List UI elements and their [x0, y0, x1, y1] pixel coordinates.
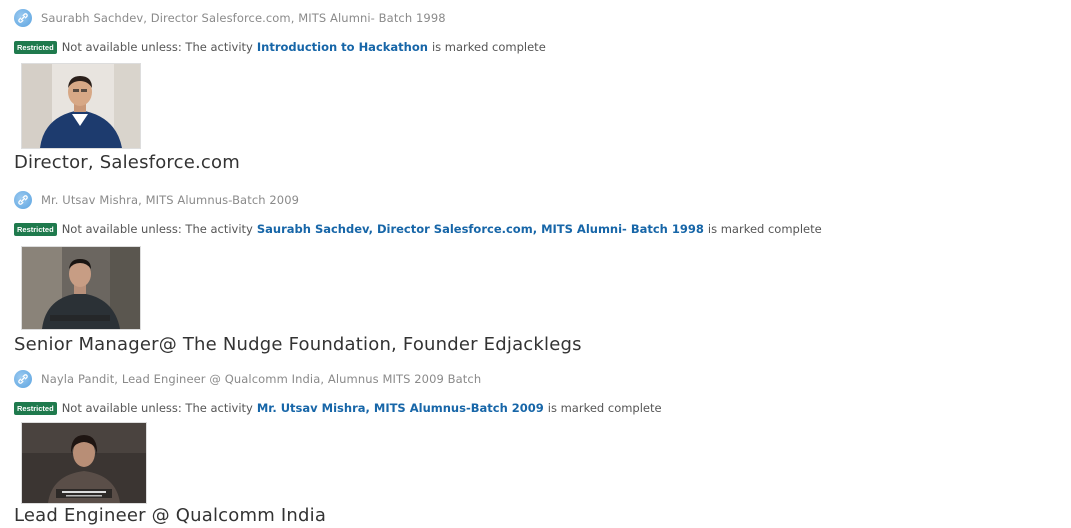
restriction-prefix: Not available unless: The activity: [61, 401, 253, 415]
restriction-link[interactable]: Saurabh Sachdev, Director Salesforce.com…: [257, 222, 704, 236]
restriction-link[interactable]: Mr. Utsav Mishra, MITS Alumnus-Batch 200…: [257, 401, 544, 415]
activity-item-1[interactable]: Saurabh Sachdev, Director Salesforce.com…: [14, 8, 446, 28]
link-icon: [14, 9, 32, 27]
restricted-badge: Restricted: [14, 222, 57, 236]
activity-caption: Lead Engineer @ Qualcomm India: [14, 505, 327, 526]
restriction-suffix: is marked complete: [547, 401, 662, 415]
activity-item-3[interactable]: Nayla Pandit, Lead Engineer @ Qualcomm I…: [14, 369, 481, 389]
restriction-notice: Restricted Not available unless: The act…: [14, 38, 546, 56]
restriction-prefix: Not available unless: The activity: [61, 222, 253, 236]
restriction-prefix: Not available unless: The activity: [61, 40, 253, 54]
activity-name[interactable]: Saurabh Sachdev, Director Salesforce.com…: [41, 11, 446, 25]
video-thumbnail[interactable]: [21, 63, 141, 149]
restricted-badge: Restricted: [14, 401, 57, 415]
activity-caption: Senior Manager@ The Nudge Foundation, Fo…: [14, 334, 582, 355]
activity-item-2[interactable]: Mr. Utsav Mishra, MITS Alumnus-Batch 200…: [14, 190, 299, 210]
restricted-badge: Restricted: [14, 40, 57, 54]
restriction-suffix: is marked complete: [707, 222, 822, 236]
video-thumbnail[interactable]: [21, 422, 147, 504]
restriction-notice: Restricted Not available unless: The act…: [14, 220, 822, 238]
link-icon: [14, 191, 32, 209]
activity-caption: Director, Salesforce.com: [14, 152, 240, 173]
restriction-notice: Restricted Not available unless: The act…: [14, 399, 662, 417]
link-icon: [14, 370, 32, 388]
restriction-link[interactable]: Introduction to Hackathon: [257, 40, 428, 54]
restriction-suffix: is marked complete: [431, 40, 546, 54]
activity-name[interactable]: Nayla Pandit, Lead Engineer @ Qualcomm I…: [41, 372, 481, 386]
activity-name[interactable]: Mr. Utsav Mishra, MITS Alumnus-Batch 200…: [41, 193, 299, 207]
video-thumbnail[interactable]: [21, 246, 141, 330]
